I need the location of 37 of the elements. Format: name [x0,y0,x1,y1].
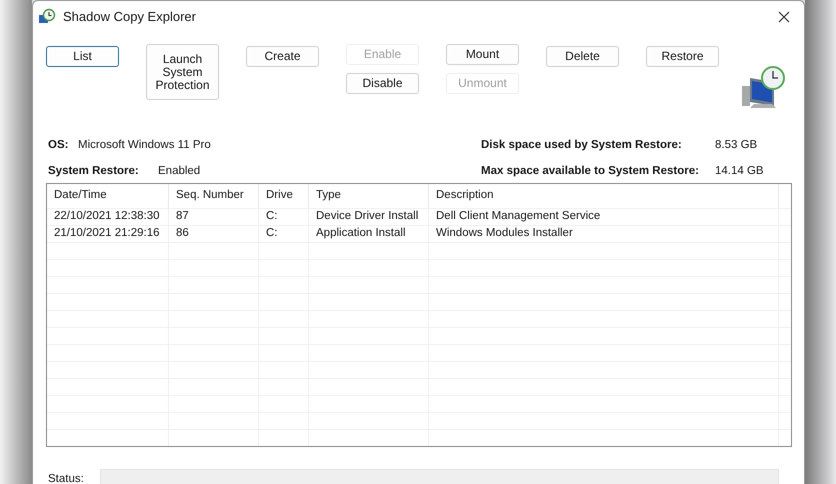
toolbar-button[interactable]: Launch System Protection [146,44,219,100]
toolbar-button[interactable]: Delete [546,46,619,67]
column-header[interactable]: Seq. Number [169,184,259,208]
info-label: OS: [48,138,70,153]
computer-restore-icon [740,64,786,110]
close-icon [778,11,790,23]
info-label: System Restore: [48,164,140,180]
column-header[interactable]: Type [309,184,429,208]
table-cell: C: [259,209,309,225]
table-cell: 86 [169,226,259,242]
table-cell: Application Install [309,226,429,242]
table-row[interactable]: 22/10/2021 12:38:30 87 C: Device Driver Install Dell Client Management Service [47,209,791,226]
table-cell: 21/10/2021 21:29:16 [47,226,169,242]
info-value: 8.53 GB [715,138,758,153]
table-cell: Windows Modules Installer [429,226,779,242]
info-value: 14.14 GB [715,164,764,180]
table-cell: Dell Client Management Service [429,209,779,225]
toolbar-button[interactable]: Mount [446,44,519,65]
table-cell: 22/10/2021 12:38:30 [47,209,169,225]
toolbar-button[interactable]: Disable [346,73,419,94]
window-title: Shadow Copy Explorer [63,8,196,26]
info-label: Disk space used by System Restore: [481,138,683,153]
column-header[interactable]: Drive [259,184,309,208]
toolbar-button[interactable]: Restore [646,46,719,67]
table-cell: C: [259,226,309,242]
table-cell: Device Driver Install [309,209,429,225]
column-header[interactable]: Description [429,184,779,208]
info-label: Max space available to System Restore: [481,164,700,180]
toolbar-button[interactable]: Create [246,46,319,67]
clock-computer-icon [38,8,56,26]
column-header[interactable]: Date/Time [47,184,169,208]
info-value: Microsoft Windows 11 Pro [78,138,211,153]
status-label: Status: [48,472,84,484]
table-cell: 87 [169,209,259,225]
info-value: Enabled [158,164,200,180]
table-row[interactable]: 21/10/2021 21:29:16 86 C: Application Install Windows Modules Installer [47,226,791,243]
toolbar-button[interactable]: List [46,46,119,67]
